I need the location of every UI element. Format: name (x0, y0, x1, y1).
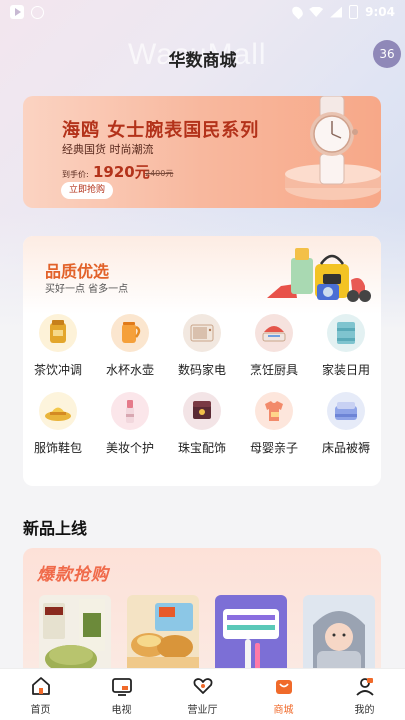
category-label: 数码家电 (177, 363, 226, 377)
status-bar: 9:04 (0, 0, 405, 24)
category-item[interactable]: 水杯水壶 (94, 314, 166, 378)
tea-icon (39, 314, 77, 352)
towel-icon (327, 314, 365, 352)
category-item[interactable]: 珠宝配饰 (166, 392, 238, 456)
new-arrivals-title: 新品上线 (23, 519, 88, 538)
jewelry-box-icon (183, 392, 221, 430)
hot-deals-title: 爆款抢购 (37, 565, 109, 585)
banner-subtitle: 经典国货 时尚潮流 (62, 143, 154, 156)
watch-image (285, 96, 381, 200)
page-title: 华数商城 (168, 51, 237, 71)
category-item[interactable]: 母婴亲子 (238, 392, 310, 456)
category-item[interactable]: 烹饪厨具 (238, 314, 310, 378)
bottom-navigation: 首页 电视 营业厅 商城 我的 (0, 668, 405, 720)
toothbrush-product-image (223, 609, 279, 668)
category-item[interactable]: 床品被褥 (310, 392, 381, 456)
kettle-icon (111, 314, 149, 352)
app-notification-icon (10, 5, 24, 19)
profile-icon (354, 675, 376, 697)
nav-label: 商城 (273, 705, 294, 716)
hot-deals-card: 爆款抢购 (23, 548, 381, 668)
category-label: 茶饮冲调 (33, 363, 82, 377)
nav-item-shop-bag[interactable]: 商城 (243, 669, 324, 720)
category-item[interactable]: 美妆个护 (94, 392, 166, 456)
tv-icon (111, 675, 133, 697)
quality-title: 品质优选 (45, 262, 110, 281)
bread-product-image (127, 603, 199, 668)
category-label: 水杯水壶 (105, 363, 154, 377)
tea-product-image (43, 599, 105, 668)
promo-banner[interactable]: 海鸥 女士腕表国民系列 经典国货 时尚潮流 到手价: 1920元 2400元 立… (23, 96, 381, 208)
nav-item-heart-hand[interactable]: 营业厅 (162, 669, 243, 720)
category-label: 母婴亲子 (249, 441, 298, 455)
banner-title: 海鸥 女士腕表国民系列 (62, 120, 260, 141)
category-label: 床品被褥 (321, 441, 370, 455)
heart-hand-icon (192, 675, 214, 697)
microwave-icon (183, 314, 221, 352)
battery-icon (349, 5, 359, 19)
signal-icon (330, 6, 343, 18)
baby-clothes-icon (255, 392, 293, 430)
category-item[interactable]: 数码家电 (166, 314, 238, 378)
category-label: 美妆个护 (105, 441, 154, 455)
category-item[interactable]: 茶饮冲调 (23, 314, 94, 378)
category-label: 珠宝配饰 (177, 441, 226, 455)
nav-item-tv[interactable]: 电视 (81, 669, 162, 720)
category-label: 烹饪厨具 (249, 363, 298, 377)
notification-icon (31, 5, 44, 19)
banner-old-price: 2400元 (145, 169, 174, 178)
category-label: 家装日用 (321, 363, 370, 377)
product-card[interactable] (303, 595, 375, 668)
shop-bag-icon (273, 675, 295, 697)
category-item[interactable]: 家装日用 (310, 314, 381, 378)
product-card[interactable] (215, 595, 287, 668)
category-label: 服饰鞋包 (33, 441, 82, 455)
cookware-icon (255, 314, 293, 352)
nav-item-profile[interactable]: 我的 (324, 669, 405, 720)
nav-label: 我的 (354, 705, 375, 716)
status-time: 9:04 (365, 5, 395, 19)
cosmetics-icon (111, 392, 149, 430)
quality-subtitle: 买好一点 省多一点 (45, 284, 129, 295)
baby-towel-product-image (313, 611, 365, 668)
bedding-icon (327, 392, 365, 430)
nav-label: 首页 (30, 705, 51, 716)
buy-now-button[interactable]: 立即抢购 (61, 182, 114, 199)
quality-section: 品质优选 买好一点 省多一点 茶饮冲调 水杯水壶 数码家电 烹饪厨具 家装日用服饰鞋包 美… (23, 236, 381, 486)
nav-label: 电视 (111, 705, 132, 716)
banner-price: 1920元 (93, 163, 150, 181)
nav-label: 营业厅 (187, 705, 218, 716)
banner-price-label: 到手价: (62, 170, 89, 179)
hat-icon (39, 392, 77, 430)
product-card[interactable] (39, 595, 111, 668)
nav-item-home[interactable]: 首页 (0, 669, 81, 720)
home-icon (30, 675, 52, 697)
avatar[interactable]: 36 (373, 40, 401, 68)
quality-products-illustration (267, 248, 371, 302)
location-icon (290, 4, 306, 20)
wifi-icon (309, 7, 324, 17)
category-item[interactable]: 服饰鞋包 (23, 392, 94, 456)
product-card[interactable] (127, 595, 199, 668)
